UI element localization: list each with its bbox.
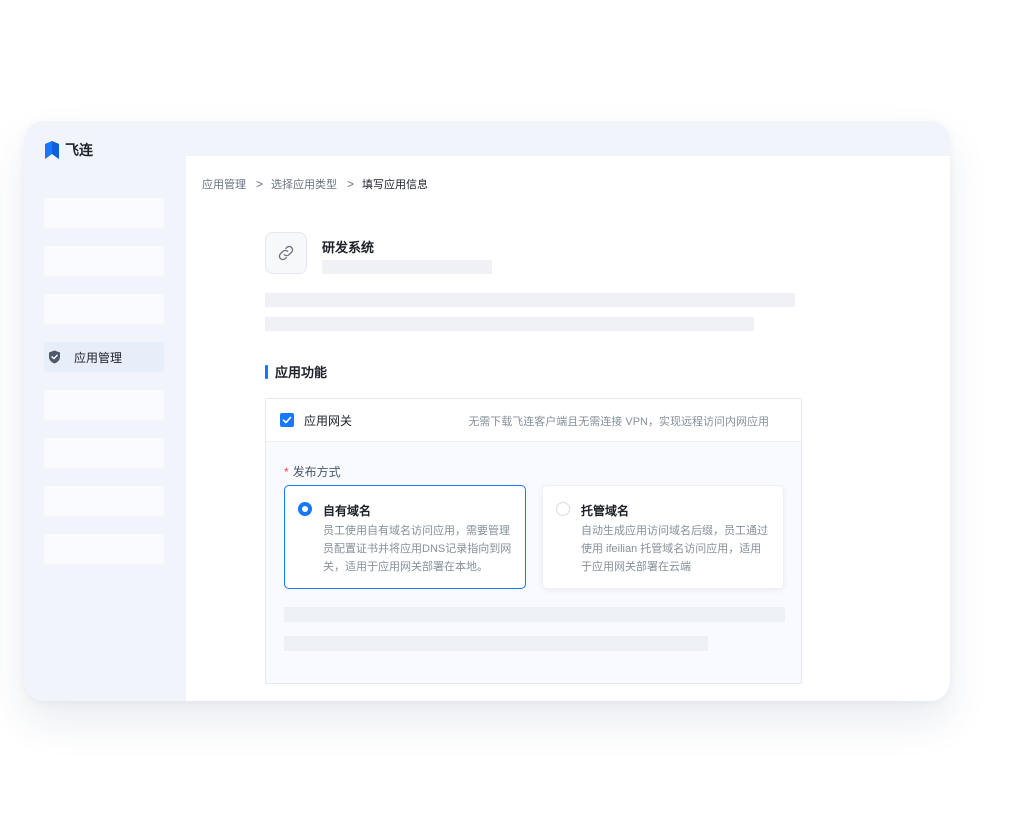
placeholder-line bbox=[284, 607, 785, 622]
sidebar-item[interactable] bbox=[44, 438, 164, 468]
main-content: 应用管理 > 选择应用类型 > 填写应用信息 研发系统 应用功能 应用网关 无需… bbox=[186, 156, 950, 701]
publish-method-text: 发布方式 bbox=[292, 465, 341, 479]
app-window: 飞连 应用管理 应用管理 > 选择应用类型 > 填写应用信息 研发系统 应用功能… bbox=[24, 121, 950, 701]
sidebar-item[interactable] bbox=[44, 486, 164, 516]
sidebar-item-label: 应用管理 bbox=[74, 350, 123, 365]
brand-name: 飞连 bbox=[65, 142, 93, 158]
feature-panel: 应用网关 无需下载飞连客户端且无需连接 VPN，实现远程访问内网应用 * 发布方式… bbox=[265, 398, 802, 684]
gateway-description: 无需下载飞连客户端且无需连接 VPN，实现远程访问内网应用 bbox=[468, 416, 769, 428]
option-description: 员工使用自有域名访问应用，需要管理员配置证书并将应用DNS记录指向到网关，适用于… bbox=[323, 525, 512, 573]
option-description: 自动生成应用访问域名后缀，员工通过使用 ifeilian 托管域名访问应用，适用… bbox=[581, 525, 768, 573]
placeholder-line bbox=[284, 636, 708, 651]
section-title-text: 应用功能 bbox=[275, 365, 328, 380]
radio-selected[interactable] bbox=[298, 502, 312, 516]
app-icon[interactable] bbox=[265, 232, 307, 274]
gateway-label: 应用网关 bbox=[304, 413, 353, 428]
section-marker bbox=[265, 364, 268, 379]
shield-icon bbox=[49, 350, 60, 364]
breadcrumb-item[interactable]: 应用管理 bbox=[202, 176, 246, 192]
placeholder-line bbox=[322, 260, 492, 274]
gateway-checkbox[interactable] bbox=[280, 413, 294, 427]
option-hosted-domain[interactable]: 托管域名 自动生成应用访问域名后缀，员工通过使用 ifeilian 托管域名访问… bbox=[542, 485, 784, 589]
link-icon bbox=[278, 245, 294, 261]
sidebar-item[interactable] bbox=[44, 534, 164, 564]
sidebar-item[interactable] bbox=[44, 390, 164, 420]
sidebar-item[interactable] bbox=[44, 246, 164, 276]
option-title: 托管域名 bbox=[581, 504, 630, 518]
publish-method-label: * 发布方式 bbox=[284, 463, 341, 480]
chevron-right-icon: > bbox=[347, 177, 355, 191]
brand-logo[interactable]: 飞连 bbox=[44, 140, 93, 160]
breadcrumb-current: 填写应用信息 bbox=[362, 179, 429, 191]
sidebar-item[interactable] bbox=[44, 198, 164, 228]
logo-icon bbox=[45, 141, 59, 159]
sidebar-item-app-management[interactable]: 应用管理 bbox=[44, 342, 164, 372]
radio-unselected[interactable] bbox=[556, 502, 570, 516]
chevron-right-icon: > bbox=[256, 177, 264, 191]
sidebar-item[interactable] bbox=[44, 294, 164, 324]
breadcrumb: 应用管理 > 选择应用类型 > 填写应用信息 bbox=[202, 176, 428, 192]
placeholder-line bbox=[265, 317, 754, 331]
option-title: 自有域名 bbox=[323, 504, 372, 518]
app-name: 研发系统 bbox=[322, 240, 375, 255]
check-icon bbox=[282, 416, 292, 424]
section-title: 应用功能 bbox=[265, 362, 327, 381]
placeholder-line bbox=[265, 293, 795, 307]
breadcrumb-item[interactable]: 选择应用类型 bbox=[271, 176, 337, 192]
feature-header: 应用网关 无需下载飞连客户端且无需连接 VPN，实现远程访问内网应用 bbox=[266, 399, 801, 442]
option-own-domain[interactable]: 自有域名 员工使用自有域名访问应用，需要管理员配置证书并将应用DNS记录指向到网… bbox=[284, 485, 526, 589]
required-mark: * bbox=[284, 465, 289, 479]
